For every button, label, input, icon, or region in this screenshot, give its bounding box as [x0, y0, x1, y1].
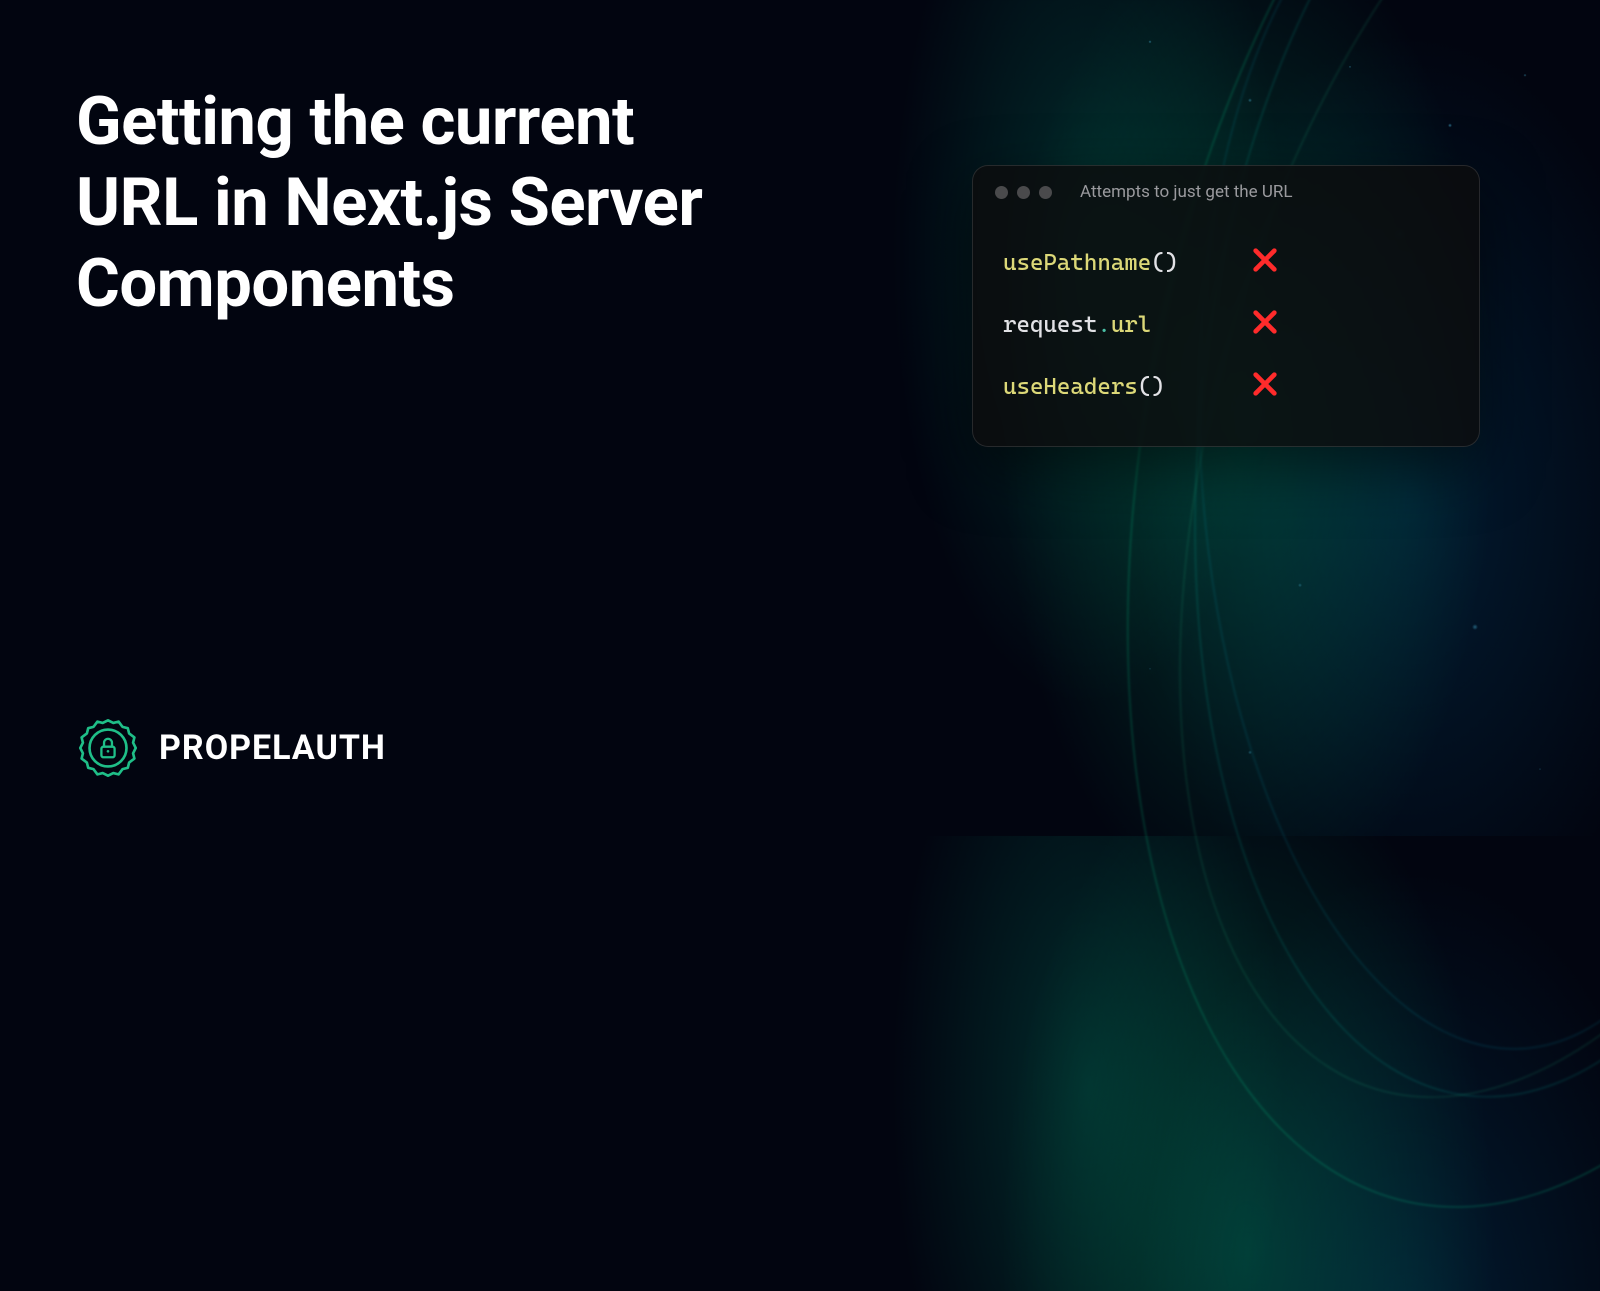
code-text: request.url: [1003, 312, 1151, 338]
code-row: usePathname(): [1003, 232, 1449, 294]
code-panel-title: Attempts to just get the URL: [1080, 182, 1293, 202]
brand-name: PROPELAUTH: [159, 728, 386, 768]
x-icon: [1251, 370, 1279, 404]
code-row: useHeaders(): [1003, 356, 1449, 418]
traffic-light-close: [995, 186, 1008, 199]
traffic-light-minimize: [1017, 186, 1030, 199]
traffic-lights: [995, 186, 1052, 199]
code-panel-header: Attempts to just get the URL: [973, 166, 1479, 212]
code-text: useHeaders(): [1003, 374, 1165, 400]
page-title: Getting the current URL in Next.js Serve…: [76, 82, 756, 325]
brand: PROPELAUTH: [75, 715, 386, 781]
code-panel: Attempts to just get the URL usePathname…: [972, 165, 1480, 447]
x-icon: [1251, 246, 1279, 280]
code-text: usePathname(): [1003, 250, 1178, 276]
brand-logo-icon: [75, 715, 141, 781]
traffic-light-maximize: [1039, 186, 1052, 199]
x-icon: [1251, 308, 1279, 342]
code-row: request.url: [1003, 294, 1449, 356]
code-panel-body: usePathname() request.url useHeaders(): [973, 212, 1479, 446]
